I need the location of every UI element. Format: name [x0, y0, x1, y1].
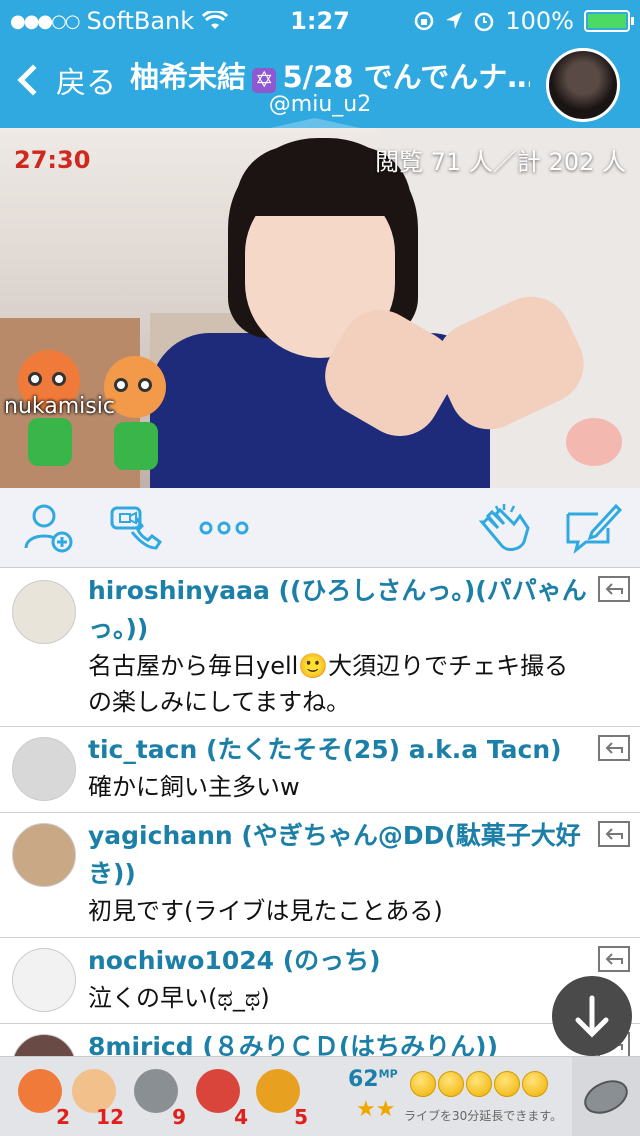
comment-text: 確かに飼い主多いw — [88, 773, 300, 801]
gift-cake[interactable]: 4 — [190, 1065, 250, 1131]
action-bar — [0, 488, 640, 568]
reply-icon[interactable] — [598, 821, 630, 847]
coin-icon — [522, 1071, 548, 1097]
more-icon[interactable] — [196, 502, 252, 554]
pink-sticker — [566, 418, 622, 466]
live-video[interactable]: 27:30 閲覧 71 人／計 202 人 nukamisic — [0, 128, 640, 488]
commenter-name[interactable]: nochiwo1024 (のっち) — [0, 942, 640, 980]
gift-count: 12 — [96, 1105, 124, 1129]
reply-icon[interactable] — [598, 735, 630, 761]
coin-icon — [410, 1071, 436, 1097]
comment-item[interactable]: nochiwo1024 (のっち) 泣くの早い(ಥ_ಥ) — [0, 938, 640, 1024]
star-of-david-icon: ✡ — [252, 68, 277, 93]
battery-icon — [584, 10, 634, 32]
video-watermark: nukamisic — [4, 394, 115, 419]
mp-unit: MP — [378, 1067, 398, 1081]
user-handle[interactable]: @miu_u2 — [0, 92, 640, 117]
battery-percent: 100% — [505, 7, 574, 35]
coin-icon — [438, 1071, 464, 1097]
commenter-name[interactable]: tic_tacn (たくたそそ(25) a.k.a Tacn) — [0, 731, 640, 769]
coin-icon — [466, 1071, 492, 1097]
location-icon — [446, 12, 463, 29]
gift-bar: 2 12 9 4 5 62MP ★★ ライブを30分延長できます。 — [0, 1056, 640, 1136]
broadcaster-avatar[interactable] — [546, 48, 620, 122]
commenter-avatar[interactable] — [12, 737, 76, 801]
gift-clap[interactable]: 12 — [66, 1065, 126, 1131]
comment-text: 泣くの早い(ಥ_ಥ) — [88, 984, 270, 1012]
rotation-lock-icon — [415, 11, 434, 31]
gift-coin[interactable]: 9 — [128, 1065, 188, 1131]
video-call-icon[interactable] — [106, 502, 164, 554]
title-name: 柚希未結 — [130, 60, 247, 94]
viewer-count: 閲覧 71 人／計 202 人 — [375, 148, 626, 176]
comment-list[interactable]: hiroshinyaaa ((ひろしさんっ。)(パパゃんっ。)) 名古屋から毎日… — [0, 568, 640, 1056]
mp-points: 62MP — [348, 1067, 398, 1092]
level-stars: ★★ — [356, 1097, 396, 1122]
gift-count: 9 — [172, 1105, 186, 1129]
gift-count: 4 — [234, 1105, 248, 1129]
coin-gift-button[interactable] — [572, 1057, 640, 1136]
comment-item[interactable]: hiroshinyaaa ((ひろしさんっ。)(パパゃんっ。)) 名古屋から毎日… — [0, 568, 640, 727]
commenter-avatar[interactable] — [12, 948, 76, 1012]
silver-coin-icon — [584, 1080, 628, 1114]
clap-icon[interactable] — [474, 502, 534, 554]
comment-text: 名古屋から毎日yell🙂大須辺りでチェキ撮るの楽しみにしてますね。 — [88, 652, 569, 716]
coin-icon — [494, 1071, 520, 1097]
status-bar: ●●●○○ SoftBank 1:27 100% — [0, 0, 640, 40]
extend-coins[interactable] — [410, 1071, 548, 1097]
commenter-name[interactable]: 8miricd (８みりＣＤ(はちみりん)) — [0, 1028, 640, 1056]
gift-mascot[interactable]: 2 — [12, 1065, 72, 1131]
commenter-name[interactable]: yagichann (やぎちゃん@DD(駄菓子大好き)) — [0, 817, 640, 893]
broadcast-timer: 27:30 — [14, 146, 91, 174]
gift-party-popper[interactable]: 5 — [250, 1065, 310, 1131]
reply-icon[interactable] — [598, 946, 630, 972]
top-bar: ●●●○○ SoftBank 1:27 100% 戻る 柚希未結 ✡ 5/28 でん… — [0, 0, 640, 128]
arrow-down-icon — [575, 995, 609, 1038]
add-user-icon[interactable] — [22, 502, 76, 554]
title-rest: 5/28 でんでんナ… — [282, 60, 530, 94]
reply-icon[interactable] — [598, 576, 630, 602]
mp-value: 62 — [348, 1067, 379, 1092]
extend-live-text: ライブを30分延長できます。 — [404, 1109, 563, 1123]
comment-item[interactable]: 8miricd (８みりＣＤ(はちみりん)) — [0, 1024, 640, 1056]
handle-pointer-icon — [270, 118, 360, 128]
comment-item[interactable]: yagichann (やぎちゃん@DD(駄菓子大好き)) 初見です(ライブは見た… — [0, 813, 640, 938]
scroll-down-button[interactable] — [552, 976, 632, 1056]
nav-bar: 戻る 柚希未結 ✡ 5/28 でんでんナ… @miu_u2 — [0, 40, 640, 128]
commenter-name[interactable]: hiroshinyaaa ((ひろしさんっ。)(パパゃんっ。)) — [0, 572, 640, 648]
chevron-left-icon — [17, 64, 49, 96]
compose-icon[interactable] — [564, 502, 622, 554]
commenter-avatar[interactable] — [12, 580, 76, 644]
comment-text: 初見です(ライブは見たことある) — [88, 897, 443, 925]
page-title: 柚希未結 ✡ 5/28 でんでんナ… — [130, 54, 530, 96]
alarm-icon — [475, 12, 494, 32]
comment-item[interactable]: tic_tacn (たくたそそ(25) a.k.a Tacn) 確かに飼い主多い… — [0, 727, 640, 813]
gift-count: 5 — [294, 1105, 308, 1129]
commenter-avatar[interactable] — [12, 823, 76, 887]
